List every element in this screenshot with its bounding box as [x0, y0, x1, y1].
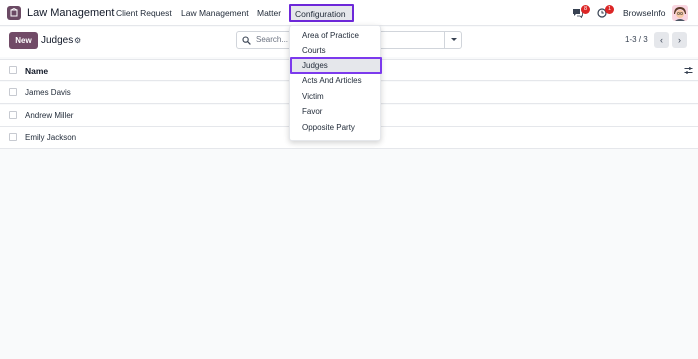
nav-configuration-label: Configuration [295, 9, 346, 19]
row-name[interactable]: James Davis [25, 88, 71, 98]
menu-item-acts-and-articles[interactable]: Acts And Articles [302, 76, 362, 86]
pager-value[interactable]: 1-3 / 3 [625, 35, 648, 45]
nav-law-management[interactable]: Law Management [181, 8, 249, 19]
new-button[interactable]: New [9, 32, 38, 49]
law-app-icon[interactable] [7, 6, 21, 20]
nav-configuration[interactable]: Configuration [289, 4, 354, 22]
row-checkbox[interactable] [9, 111, 17, 119]
breadcrumb: Judges [41, 35, 74, 46]
company-name[interactable]: BrowseInfo [623, 8, 666, 19]
search-icon [242, 36, 251, 45]
menu-item-victim[interactable]: Victim [302, 92, 324, 102]
gear-icon[interactable]: ⚙ [74, 36, 81, 45]
chevron-down-icon [451, 38, 457, 41]
search-options-toggle[interactable] [444, 32, 461, 48]
row-checkbox[interactable] [9, 88, 17, 96]
nav-client-request[interactable]: Client Request [116, 8, 172, 19]
menu-item-courts[interactable]: Courts [302, 46, 326, 56]
row-checkbox[interactable] [9, 133, 17, 141]
row-name[interactable]: Emily Jackson [25, 133, 76, 143]
column-name-header[interactable]: Name [25, 66, 48, 76]
menu-item-judges[interactable]: Judges [302, 61, 328, 71]
activity-badge: 1 [605, 5, 614, 14]
menu-item-area-of-practice[interactable]: Area of Practice [302, 31, 359, 41]
optional-columns-icon[interactable] [684, 66, 693, 75]
pager-next-button[interactable]: › [672, 32, 687, 48]
menu-item-favor[interactable]: Favor [302, 107, 322, 117]
messages-badge: 8 [581, 5, 590, 14]
row-name[interactable]: Andrew Miller [25, 111, 73, 121]
pager-previous-button[interactable]: ‹ [654, 32, 669, 48]
app-title[interactable]: Law Management [27, 6, 114, 20]
select-all-checkbox[interactable] [9, 66, 17, 74]
search-placeholder: Search... [256, 35, 289, 44]
menu-item-opposite-party[interactable]: Opposite Party [302, 123, 355, 133]
nav-matter[interactable]: Matter [257, 8, 281, 19]
avatar[interactable] [672, 5, 688, 21]
